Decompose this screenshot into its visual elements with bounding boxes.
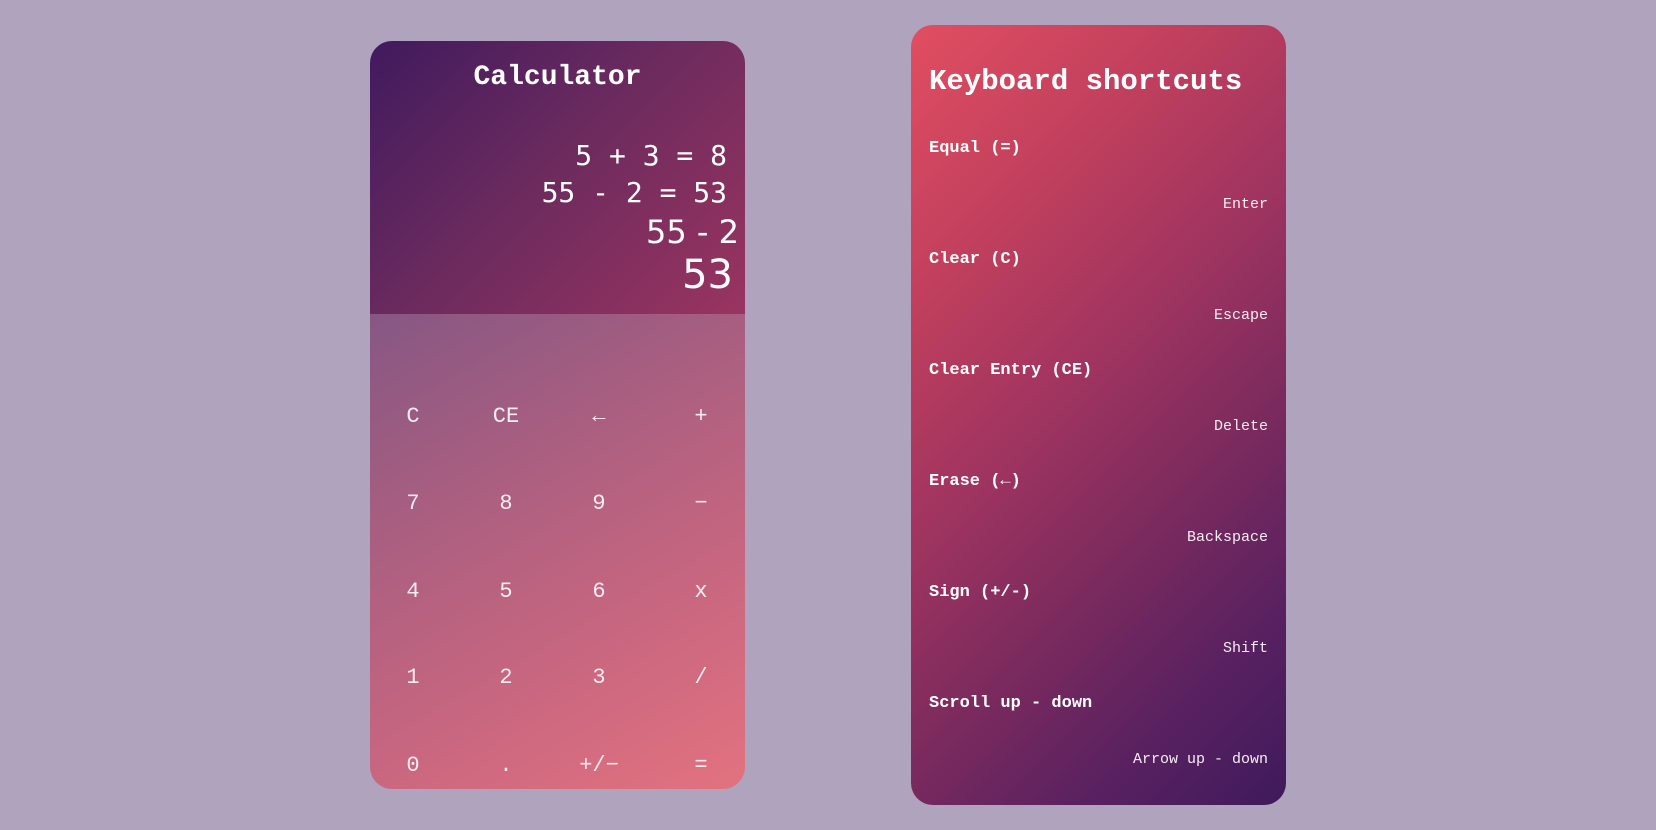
shortcut-key: Shift xyxy=(1222,640,1268,657)
calculator-panel: Calculator 5 + 3 = 8 55 - 2 = 53 55 - 2 … xyxy=(370,41,745,789)
shortcut-key: Enter xyxy=(1222,196,1268,213)
subtract-button[interactable]: − xyxy=(671,484,731,524)
keypad: C CE ← + 7 8 9 − 4 5 6 x 1 2 3 / 0 . +/−… xyxy=(370,314,745,789)
shortcuts-title: Keyboard shortcuts xyxy=(929,65,1243,98)
calculator-title: Calculator xyxy=(473,62,642,93)
history-entry: 5 + 3 = 8 xyxy=(575,139,727,172)
clear-button[interactable]: C xyxy=(383,397,443,437)
shortcut-name: Clear (C) xyxy=(929,250,1021,269)
digit-6-button[interactable]: 6 xyxy=(569,572,629,612)
digit-5-button[interactable]: 5 xyxy=(476,572,536,612)
multiply-button[interactable]: x xyxy=(671,572,731,612)
equals-button[interactable]: = xyxy=(671,746,731,786)
shortcut-name: Erase (←) xyxy=(929,472,1021,491)
divide-button[interactable]: / xyxy=(671,658,731,698)
digit-0-button[interactable]: 0 xyxy=(383,746,443,786)
calculator-display: Calculator 5 + 3 = 8 55 - 2 = 53 55 - 2 … xyxy=(370,41,745,314)
clear-entry-button[interactable]: CE xyxy=(476,397,536,437)
shortcut-name: Clear Entry (CE) xyxy=(929,361,1093,380)
digit-8-button[interactable]: 8 xyxy=(476,484,536,524)
shortcut-key: Escape xyxy=(1213,307,1268,324)
shortcut-key: Delete xyxy=(1213,418,1268,435)
current-expression: 55 - 2 xyxy=(646,213,739,251)
digit-2-button[interactable]: 2 xyxy=(476,658,536,698)
sign-button[interactable]: +/− xyxy=(569,746,629,786)
shortcut-key: Backspace xyxy=(1186,529,1268,546)
shortcut-name: Scroll up - down xyxy=(929,694,1093,713)
add-button[interactable]: + xyxy=(671,397,731,437)
digit-9-button[interactable]: 9 xyxy=(569,484,629,524)
digit-1-button[interactable]: 1 xyxy=(383,658,443,698)
shortcut-name: Equal (=) xyxy=(929,139,1021,158)
history-entry: 55 - 2 = 53 xyxy=(541,176,727,209)
shortcuts-panel[interactable]: Keyboard shortcuts Equal (=) Enter Clear… xyxy=(911,25,1286,805)
digit-7-button[interactable]: 7 xyxy=(383,484,443,524)
decimal-button[interactable]: . xyxy=(476,746,536,786)
current-result: 53 xyxy=(682,252,733,298)
shortcut-key: Arrow up - down xyxy=(1132,751,1268,768)
digit-3-button[interactable]: 3 xyxy=(569,658,629,698)
erase-button[interactable]: ← xyxy=(569,397,629,437)
digit-4-button[interactable]: 4 xyxy=(383,572,443,612)
shortcut-name: Sign (+/-) xyxy=(929,583,1032,602)
